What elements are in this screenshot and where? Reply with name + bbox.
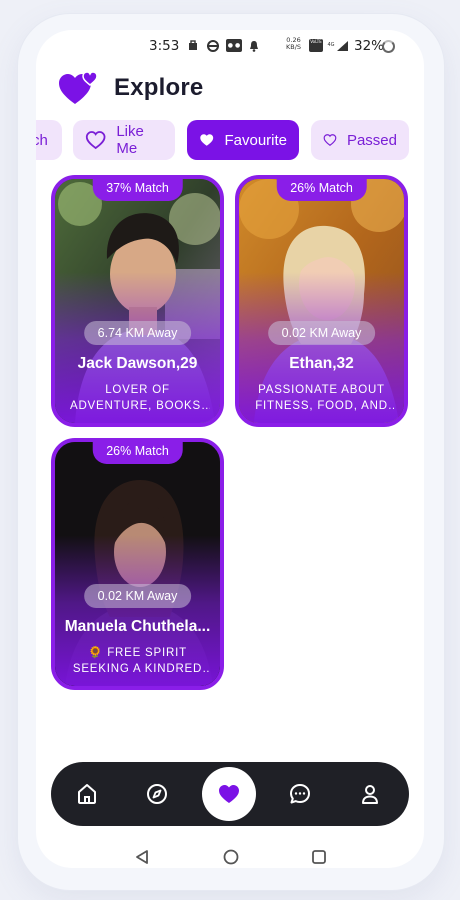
profile-card[interactable]: 26% Match 0.02 KM Away Ethan,32 PASSIONA… <box>235 175 408 427</box>
card-bio: PASSIONATE ABOUT FITNESS, FOOD, AND ... <box>255 384 388 412</box>
header: Explore <box>58 68 203 108</box>
page-title: Explore <box>114 74 204 101</box>
tab-favourite[interactable]: Favourite <box>187 120 299 160</box>
status-bar: 3:53 ● ● 0.26 KB/S VoLTE 4G 32% <box>36 36 424 58</box>
bottom-nav <box>51 762 409 826</box>
distance-pill: 6.74 KM Away <box>83 321 192 345</box>
match-badge: 26% Match <box>92 442 183 464</box>
bell-icon <box>250 41 258 52</box>
user-icon[interactable] <box>358 782 382 806</box>
heart-filled-icon <box>200 134 214 146</box>
tab-label: Passed <box>346 131 397 149</box>
card-name: Jack Dawson,29 <box>77 355 198 372</box>
back-icon[interactable] <box>133 848 151 866</box>
card-name: Ethan,32 <box>289 355 354 372</box>
tab-label: ch <box>36 131 48 149</box>
network-type: 4G <box>327 42 335 48</box>
home-circle-icon[interactable] <box>222 848 240 866</box>
heart-outline-icon <box>323 134 337 146</box>
battery-percent: 32% <box>354 38 385 54</box>
home-icon[interactable] <box>75 782 99 806</box>
hotspot-icon: ● ● <box>226 39 242 52</box>
tab-label: Favourite <box>224 131 287 149</box>
distance-pill: 0.02 KM Away <box>83 584 192 608</box>
match-badge: 37% Match <box>92 179 183 201</box>
card-bio: LOVER OF ADVENTURE, BOOKS, AND STRONG... <box>69 384 205 412</box>
tab-like-me[interactable]: Like Me <box>73 120 175 160</box>
battery-ring-icon <box>382 40 395 53</box>
recents-icon[interactable] <box>310 848 328 866</box>
system-nav-bar <box>36 848 424 868</box>
app-screen: 3:53 ● ● 0.26 KB/S VoLTE 4G 32% Explore … <box>36 30 424 868</box>
heart-outline-icon <box>85 131 106 150</box>
heart-filled-icon <box>219 785 239 803</box>
tab-match[interactable]: ch <box>36 120 62 160</box>
profile-card[interactable]: 26% Match 0.02 KM Away Manuela Chuthela.… <box>51 438 224 690</box>
network-speed: 0.26 KB/S <box>286 37 301 51</box>
sim-icon <box>189 40 197 50</box>
profile-card[interactable]: 37% Match 6.74 KM Away Jack Dawson,29 LO… <box>51 175 224 427</box>
filter-tabs: ch Like Me Favourite Passed <box>36 120 424 160</box>
compass-icon[interactable] <box>145 782 169 806</box>
signal-icon <box>337 41 348 51</box>
match-badge: 26% Match <box>276 179 367 201</box>
wifi-calling-icon: VoLTE <box>309 39 323 52</box>
link-icon <box>207 40 219 52</box>
card-name: Manuela Chuthela... <box>64 618 211 635</box>
status-time: 3:53 <box>149 38 180 54</box>
card-bio: 🌻 FREE SPIRIT SEEKING A KINDRED ... <box>72 647 203 675</box>
chat-icon[interactable] <box>288 782 312 806</box>
tab-passed[interactable]: Passed <box>311 120 409 160</box>
distance-pill: 0.02 KM Away <box>267 321 376 345</box>
tab-label: Like Me <box>116 123 144 157</box>
hearts-logo-icon <box>59 71 98 104</box>
speed-unit: KB/S <box>286 43 302 51</box>
nav-favourites-button[interactable] <box>202 767 256 821</box>
